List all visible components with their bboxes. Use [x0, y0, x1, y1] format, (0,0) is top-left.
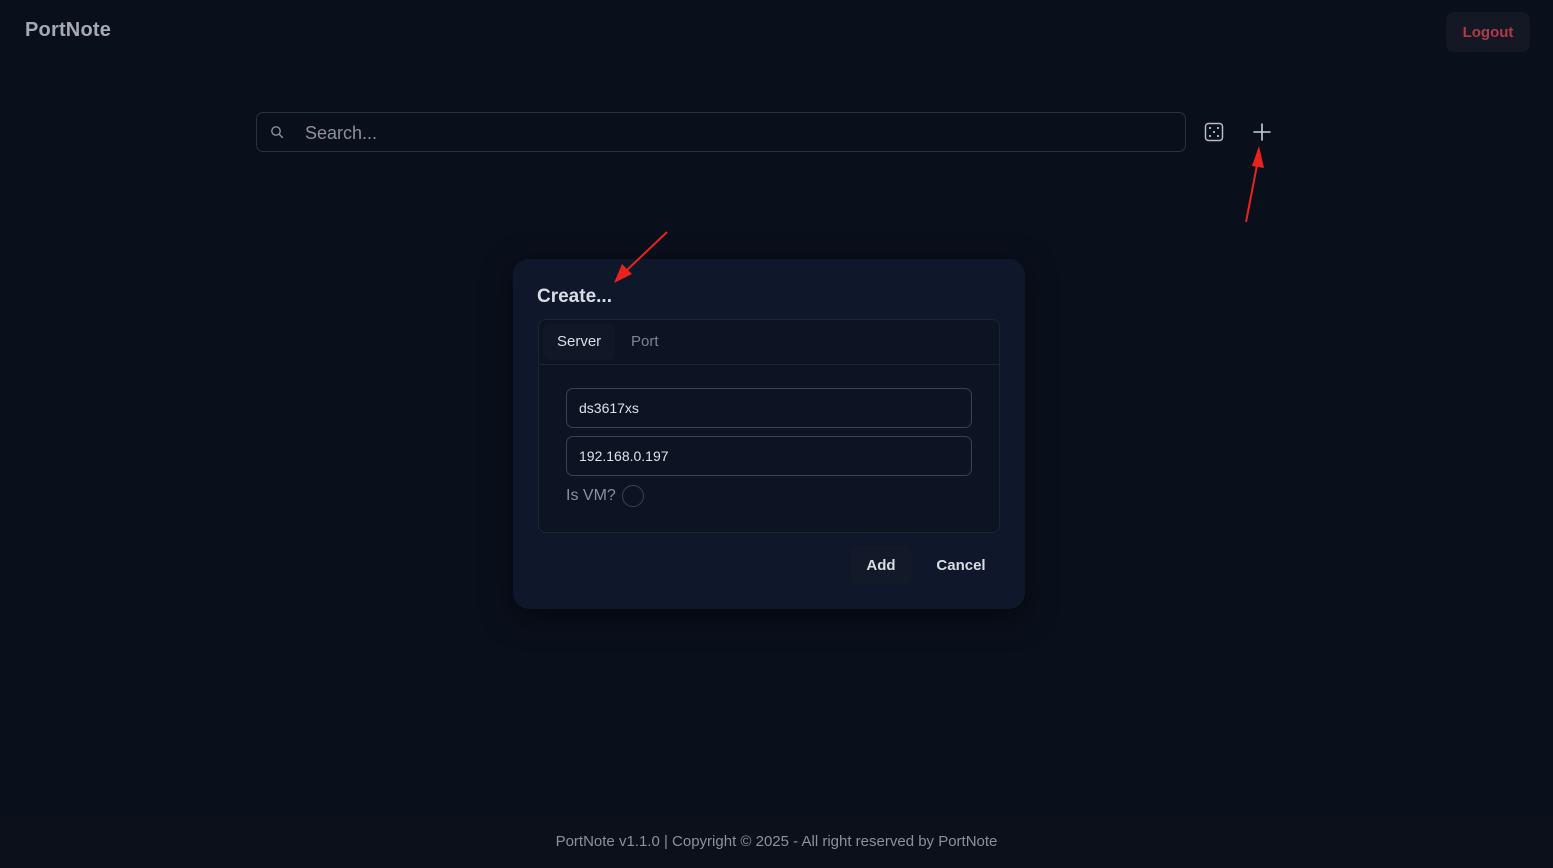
vm-row: Is VM?	[566, 484, 644, 508]
footer-text: PortNote v1.1.0 | Copyright © 2025 - All…	[555, 833, 998, 850]
server-name-field[interactable]: ds3617xs	[566, 388, 972, 428]
tab-server[interactable]: Server	[543, 324, 616, 360]
vm-label: Is VM?	[566, 487, 616, 504]
dice-icon	[1204, 122, 1224, 142]
search-icon	[271, 126, 284, 139]
cancel-button[interactable]: Cancel	[924, 546, 998, 584]
create-dialog: Create... Server Port ds3617xs 192.168.0…	[513, 259, 1025, 609]
search-bar[interactable]	[256, 112, 1186, 153]
random-dice-button[interactable]	[1197, 115, 1231, 149]
dialog-title: Create...	[537, 286, 612, 307]
ip-address-field[interactable]: 192.168.0.197	[566, 436, 972, 476]
add-item-button[interactable]	[1245, 115, 1279, 149]
tab-port[interactable]: Port	[617, 324, 673, 360]
vm-toggle[interactable]	[621, 485, 644, 507]
create-tabs-panel: Server Port ds3617xs 192.168.0.197 Is VM…	[538, 319, 1000, 533]
tab-bar: Server Port	[539, 320, 999, 365]
top-navbar: PortNote Logout	[0, 0, 1553, 64]
logout-button[interactable]: Logout	[1446, 12, 1530, 52]
search-input[interactable]	[303, 113, 1167, 153]
plus-icon	[1253, 123, 1271, 141]
brand-logo[interactable]: PortNote	[25, 19, 111, 42]
footer: PortNote v1.1.0 | Copyright © 2025 - All…	[0, 815, 1553, 868]
add-button[interactable]: Add	[850, 546, 912, 584]
